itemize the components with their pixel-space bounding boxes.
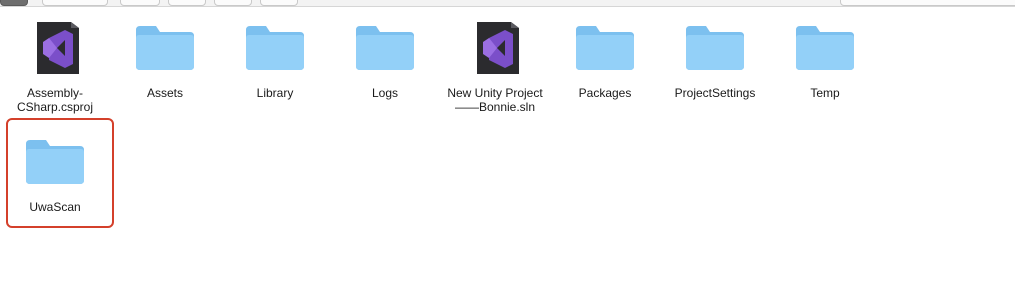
- folder-icon: [330, 20, 440, 78]
- folder-icon: [550, 20, 660, 78]
- file-label: Packages: [578, 86, 632, 100]
- file-item-sln[interactable]: New Unity Project ——Bonnie.sln: [440, 20, 550, 114]
- folder-icon: [220, 20, 330, 78]
- search-field[interactable]: [840, 0, 1015, 6]
- folder-item-projectsettings[interactable]: ProjectSettings: [660, 20, 770, 100]
- toolbar-button[interactable]: [168, 0, 206, 6]
- folder-icon: [110, 20, 220, 78]
- folder-item-temp[interactable]: Temp: [770, 20, 880, 100]
- toolbar-button[interactable]: [260, 0, 298, 6]
- view-button[interactable]: [0, 0, 28, 6]
- folder-item-logs[interactable]: Logs: [330, 20, 440, 100]
- folder-item-packages[interactable]: Packages: [550, 20, 660, 100]
- visual-studio-icon: [440, 20, 550, 78]
- visual-studio-icon: [0, 20, 110, 78]
- finder-window: Assembly- CSharp.csproj Assets Library L…: [0, 0, 1015, 287]
- file-label: Assembly- CSharp.csproj: [16, 86, 94, 114]
- toolbar-button[interactable]: [120, 0, 160, 6]
- highlight-box: [6, 118, 114, 228]
- file-label: Assets: [146, 86, 183, 100]
- toolbar-button[interactable]: [42, 0, 108, 6]
- file-item-assembly-csharp[interactable]: Assembly- CSharp.csproj: [0, 20, 110, 114]
- file-label: Temp: [810, 86, 840, 100]
- folder-item-assets[interactable]: Assets: [110, 20, 220, 100]
- folder-icon: [660, 20, 770, 78]
- folder-icon: [770, 20, 880, 78]
- file-label: ProjectSettings: [674, 86, 756, 100]
- toolbar: [0, 0, 1015, 7]
- file-label: New Unity Project ——Bonnie.sln: [447, 86, 543, 114]
- file-label: Logs: [371, 86, 399, 100]
- file-label: Library: [256, 86, 294, 100]
- folder-item-library[interactable]: Library: [220, 20, 330, 100]
- toolbar-button[interactable]: [214, 0, 252, 6]
